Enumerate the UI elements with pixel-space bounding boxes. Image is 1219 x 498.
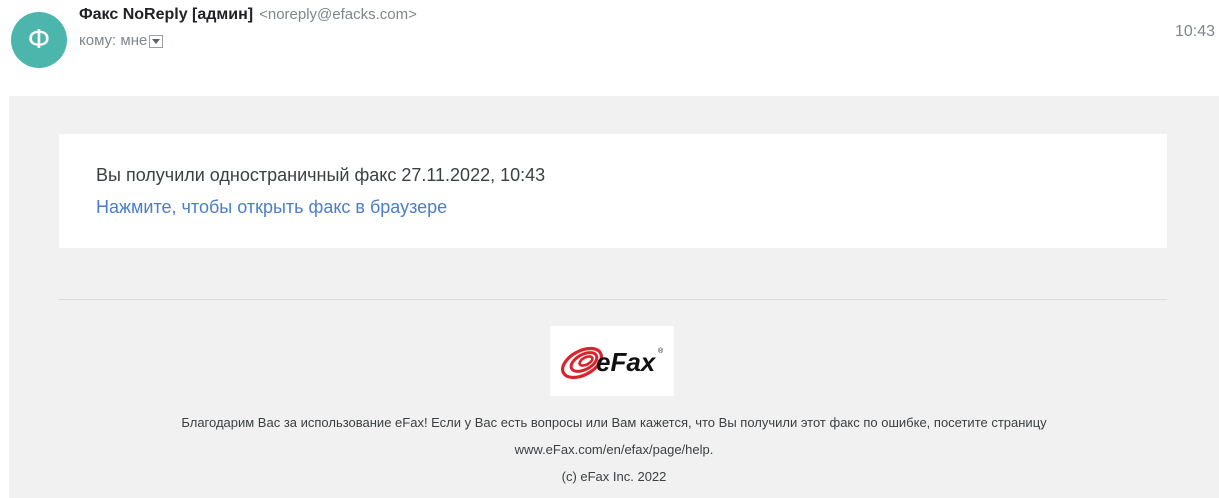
footer-thanks-text: Благодарим Вас за использование eFax! Ес… [181,415,1047,430]
avatar-letter: Ф [27,25,51,55]
show-details-dropdown[interactable] [149,34,164,48]
efax-logo: eFax ® [550,326,674,396]
sender-email: <noreply@efacks.com> [259,6,417,23]
message-header: Ф Факс NoReply [админ] <noreply@efacks.co… [0,0,1219,92]
svg-text:eFax: eFax [596,347,657,377]
sender-avatar[interactable]: Ф [11,12,67,68]
recipient-label: кому: мне [79,32,148,49]
chevron-down-icon [152,38,161,44]
svg-text:®: ® [658,347,664,355]
message-time: 10:43 [1174,23,1215,40]
sender-line: Факс NoReply [админ] <noreply@efacks.com> [79,6,417,24]
footer-help-url: www.eFax.com/en/efax/page/help. [514,442,714,457]
footer-copyright: (c) eFax Inc. 2022 [561,469,667,484]
recipient-line: кому: мне [79,32,164,49]
sender-name[interactable]: Факс NoReply [админ] [79,6,253,23]
efax-swirl-icon: eFax ® [561,346,664,380]
open-fax-link[interactable]: Нажмите, чтобы открыть факс в браузере [96,197,447,218]
email-body: Вы получили одностраничный факс 27.11.20… [9,96,1219,498]
message-card: Вы получили одностраничный факс 27.11.20… [59,134,1167,248]
fax-received-text: Вы получили одностраничный факс 27.11.20… [96,165,546,185]
divider [59,299,1167,300]
